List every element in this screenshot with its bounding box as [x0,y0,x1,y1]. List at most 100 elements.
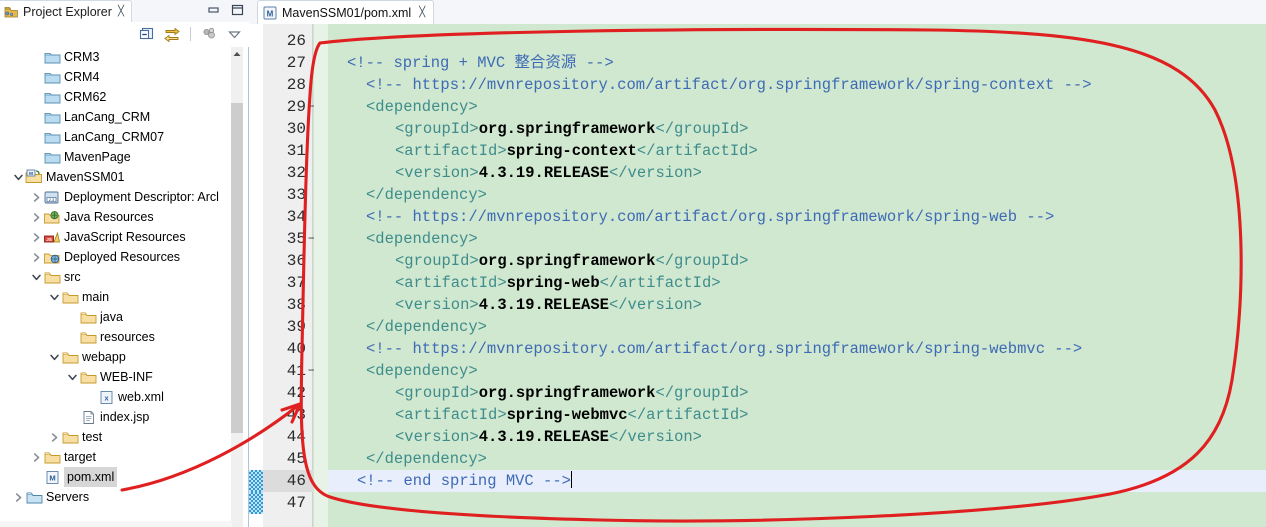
line-number: 30 [286,120,306,138]
code-token-cmt: <!-- spring + MVC 整合资源 --> [347,54,614,72]
code-line[interactable]: <!-- spring + MVC 整合资源 --> [328,52,614,74]
code-line[interactable]: <artifactId>spring-web</artifactId> [328,272,721,294]
tree-item-test[interactable]: test [0,427,232,447]
tree-item-main[interactable]: main [0,287,232,307]
chevron-right-icon[interactable] [30,207,43,227]
code-line[interactable]: <!-- https://mvnrepository.com/artifact/… [328,206,1054,228]
code-line[interactable]: <groupId>org.springframework</groupId> [328,382,748,404]
line-number: 37 [286,274,306,292]
tree-item-web-xml[interactable]: x web.xml [0,387,232,407]
tree-item-label: CRM3 [64,50,100,64]
code-line[interactable]: <dependency> [328,360,478,382]
tree-item-label: index.jsp [100,410,150,424]
tree-item-crm3[interactable]: CRM3 [0,47,232,67]
chevron-right-icon[interactable] [48,427,61,447]
chevron-right-icon[interactable] [30,187,43,207]
tree-item-deployment-descriptor-arcl[interactable]: 2.3 Deployment Descriptor: Arcl [0,187,232,207]
editor-tab-pom-xml[interactable]: M MavenSSM01/pom.xml ╳ [257,0,435,24]
code-line[interactable]: </dependency> [328,184,487,206]
svg-text:JS: JS [46,237,52,242]
project-explorer-title: Project Explorer [23,4,112,19]
tree-item-java[interactable]: java [0,307,232,327]
deployed-resources-icon [43,248,61,266]
text-caret [570,471,572,488]
chevron-down-icon[interactable] [30,267,43,287]
collapse-all-icon[interactable] [138,25,156,43]
tree-item-label: target [64,450,96,464]
code-line[interactable]: <!-- end spring MVC --> [328,470,1266,492]
project-explorer-tab[interactable]: Project Explorer ╳ [0,0,132,22]
code-token-cmt: <!-- https://mvnrepository.com/artifact/… [366,208,1055,226]
folder-blue-icon [43,68,61,86]
chevron-right-icon[interactable] [30,227,43,247]
code-line[interactable]: <version>4.3.19.RELEASE</version> [328,294,702,316]
tree-item-mavenpage[interactable]: MavenPage [0,147,232,167]
chevron-right-icon[interactable] [30,247,43,267]
code-line[interactable]: <!-- https://mvnrepository.com/artifact/… [328,74,1092,96]
chevron-down-icon[interactable] [48,287,61,307]
svg-text:M: M [267,9,274,18]
code-token-tag: <groupId> [395,120,479,138]
tree-item-resources[interactable]: resources [0,327,232,347]
tree-item-label: WEB-INF [100,370,153,384]
tree-item-src[interactable]: src [0,267,232,287]
code-line[interactable]: </dependency> [328,448,487,470]
code-editor[interactable]: 26 27 28 29− 30 31 32 33 34 35− 36 37 38 39 40 41− 42 43 4… [249,24,1266,527]
editor-fold-column[interactable] [314,24,328,527]
code-line[interactable]: <groupId>org.springframework</groupId> [328,118,748,140]
view-menu-chevron-icon[interactable] [225,25,243,43]
code-line[interactable]: <dependency> [328,228,478,250]
minimize-icon[interactable] [206,3,221,17]
sidebar-vertical-scrollbar[interactable] [231,47,243,527]
code-line[interactable]: <version>4.3.19.RELEASE</version> [328,426,702,448]
code-line[interactable]: <artifactId>spring-context</artifactId> [328,140,758,162]
tree-item-crm62[interactable]: CRM62 [0,87,232,107]
code-line[interactable]: <!-- https://mvnrepository.com/artifact/… [328,338,1082,360]
toolbar-separator [190,27,191,41]
code-token-tag: </groupId> [655,120,749,138]
tree-item-mavenssm01[interactable]: M MavenSSM01 [0,167,232,187]
tree-item-pom-xml[interactable]: Mpom.xml [0,467,232,487]
editor-marker-column[interactable] [249,24,263,527]
close-icon[interactable]: ╳ [118,6,124,17]
view-menu-dots-icon[interactable] [200,25,218,43]
tree-item-java-resources[interactable]: Java Resources [0,207,232,227]
folder-tan-icon [79,368,97,386]
tree-item-deployed-resources[interactable]: Deployed Resources [0,247,232,267]
sidebar-horizontal-scrollbar[interactable] [0,521,232,527]
tree-item-webapp[interactable]: webapp [0,347,232,367]
code-line[interactable]: <artifactId>spring-webmvc</artifactId> [328,404,748,426]
chevron-down-icon[interactable] [66,367,79,387]
chevron-right-icon[interactable] [30,447,43,467]
code-line[interactable]: </dependency> [328,316,487,338]
maximize-icon[interactable] [230,3,245,17]
code-line[interactable]: <version>4.3.19.RELEASE</version> [328,162,702,184]
scroll-up-arrow-icon[interactable] [231,47,243,61]
tree-item-web-inf[interactable]: WEB-INF [0,367,232,387]
jsp-file-icon [79,408,97,426]
tree-item-javascript-resources[interactable]: JS JavaScript Resources [0,227,232,247]
line-number: 34 [286,208,306,226]
project-explorer-icon [4,5,19,19]
code-line[interactable]: <groupId>org.springframework</groupId> [328,250,748,272]
line-number: 35− [286,230,315,248]
editor-area: M MavenSSM01/pom.xml ╳ 26 27 28 29− 30 31 32 33… [249,0,1266,527]
chevron-down-icon[interactable] [48,347,61,367]
tree-item-lancang-crm07[interactable]: LanCang_CRM07 [0,127,232,147]
link-with-editor-icon[interactable] [163,25,181,43]
project-tree[interactable]: CRM3 CRM4 CRM62 LanCang_CRM LanCang_CRM07 Mav… [0,47,232,527]
editor-text-content[interactable]: <!-- spring + MVC 整合资源 --> <!-- https://m… [328,24,1266,527]
tree-item-crm4[interactable]: CRM4 [0,67,232,87]
code-line[interactable]: <dependency> [328,96,478,118]
tree-item-servers[interactable]: Servers [0,487,232,507]
chevron-right-icon[interactable] [12,487,25,507]
chevron-down-icon[interactable] [12,167,25,187]
sidebar-scroll-thumb[interactable] [231,103,243,433]
tree-item-target[interactable]: target [0,447,232,467]
tree-item-lancang-crm[interactable]: LanCang_CRM [0,107,232,127]
tree-item-index-jsp[interactable]: index.jsp [0,407,232,427]
close-icon[interactable]: ╳ [419,7,425,18]
